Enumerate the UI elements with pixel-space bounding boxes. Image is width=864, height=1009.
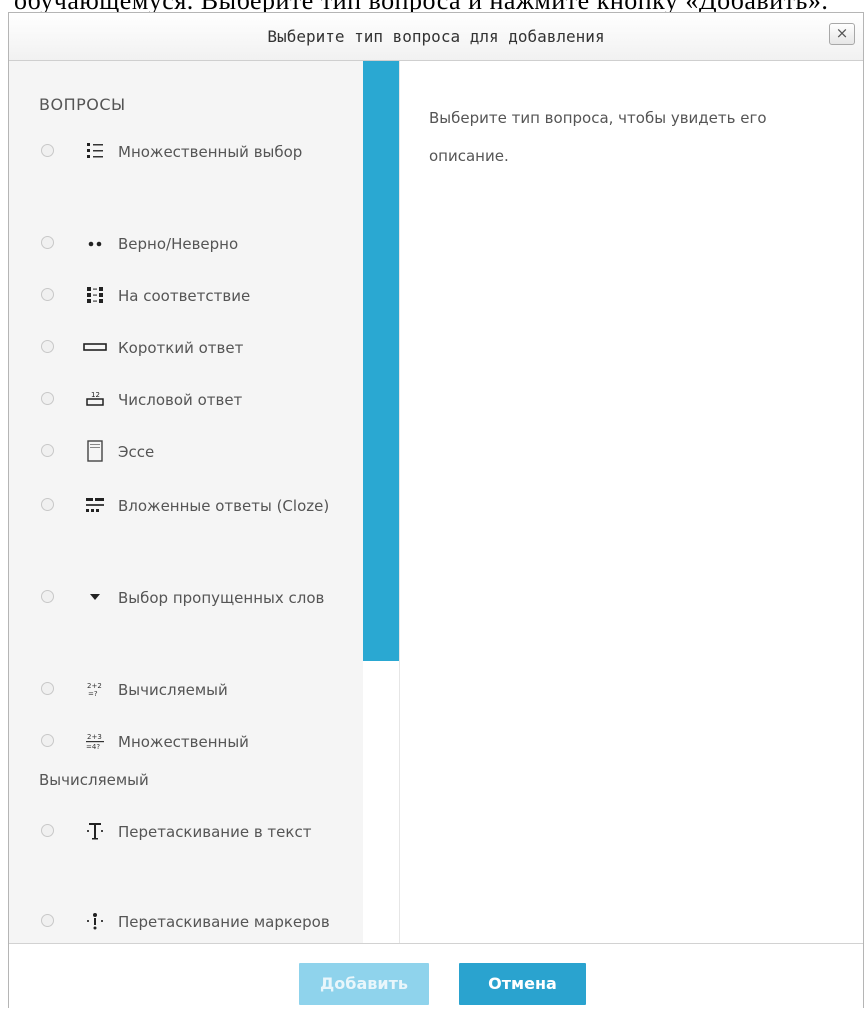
question-description: Выберите тип вопроса, чтобы увидеть его …	[429, 109, 767, 165]
option-numerical[interactable]: 12 Числовой ответ	[39, 381, 349, 419]
option-label: Короткий ответ	[118, 339, 244, 357]
match-icon	[82, 286, 108, 304]
option-calculated[interactable]: 2+2 =? Вычисляемый	[39, 671, 349, 709]
radio-button[interactable]	[41, 914, 54, 927]
option-essay[interactable]: Эссе	[39, 433, 349, 471]
option-label: Множественный Вычисляемый	[39, 733, 249, 789]
option-cloze[interactable]: Вложенные ответы (Cloze)	[39, 487, 349, 525]
radio-button[interactable]	[41, 340, 54, 353]
option-truefalse[interactable]: Верно/Неверно	[39, 225, 349, 263]
option-label: На соответствие	[118, 287, 251, 305]
radio-button[interactable]	[41, 144, 54, 157]
option-label: Эссе	[118, 443, 155, 461]
option-label: Верно/Неверно	[118, 235, 239, 253]
ddwtos-icon	[82, 821, 108, 841]
svg-text:2+3: 2+3	[87, 733, 102, 741]
question-options-panel[interactable]: ВОПРОСЫ Множественный выбор Верно/Неверн…	[9, 61, 363, 943]
option-match[interactable]: На соответствие	[39, 277, 349, 315]
dialog-title: Выберите тип вопроса для добавления	[267, 27, 605, 46]
option-shortanswer[interactable]: Короткий ответ	[39, 329, 349, 367]
numerical-icon: 12	[82, 390, 108, 408]
question-type-dialog: Выберите тип вопроса для добавления × ВО…	[8, 12, 864, 1009]
option-gapselect[interactable]: Выбор пропущенных слов	[39, 579, 349, 617]
multichoice-icon	[82, 142, 108, 160]
option-label: Перетаскивание маркеров	[118, 913, 330, 931]
option-label: Перетаскивание в текст	[118, 823, 312, 841]
option-multichoice[interactable]: Множественный выбор	[39, 133, 349, 171]
radio-button[interactable]	[41, 236, 54, 249]
close-icon: ×	[835, 24, 849, 42]
radio-button[interactable]	[41, 682, 54, 695]
section-heading: ВОПРОСЫ	[39, 95, 126, 114]
radio-button[interactable]	[41, 392, 54, 405]
cloze-icon	[82, 496, 108, 514]
dialog-footer: Добавить Отмена	[9, 943, 863, 1009]
radio-button[interactable]	[41, 498, 54, 511]
panel-divider	[399, 61, 400, 943]
radio-button[interactable]	[41, 444, 54, 457]
close-button[interactable]: ×	[829, 23, 855, 45]
radio-button[interactable]	[41, 734, 54, 747]
essay-icon	[82, 439, 108, 462]
calculatedmulti-icon: 2+3 =4?	[82, 731, 108, 751]
scrollbar-thumb[interactable]	[363, 61, 399, 661]
option-label: Выбор пропущенных слов	[118, 589, 325, 607]
radio-button[interactable]	[41, 824, 54, 837]
svg-text:=4?: =4?	[86, 743, 100, 751]
svg-text:=?: =?	[88, 690, 98, 698]
option-label: Вычисляемый	[118, 681, 228, 699]
truefalse-icon	[82, 234, 108, 252]
ddmarker-icon	[82, 911, 108, 931]
option-label: Числовой ответ	[118, 391, 243, 409]
radio-button[interactable]	[41, 288, 54, 301]
option-label: Множественный выбор	[118, 143, 303, 161]
gapselect-icon	[82, 589, 108, 605]
option-ddmarker[interactable]: Перетаскивание маркеров	[39, 903, 349, 941]
svg-text:2+2: 2+2	[87, 682, 102, 690]
dialog-titlebar: Выберите тип вопроса для добавления ×	[9, 13, 863, 61]
option-calculatedmulti[interactable]: 2+3 =4? Множественный Вычисляемый	[39, 723, 349, 799]
radio-button[interactable]	[41, 590, 54, 603]
option-ddwtos[interactable]: Перетаскивание в текст	[39, 813, 349, 851]
cancel-button[interactable]: Отмена	[459, 963, 586, 1005]
option-label: Вложенные ответы (Cloze)	[118, 497, 330, 515]
svg-text:12: 12	[91, 391, 100, 399]
dialog-body: ВОПРОСЫ Множественный выбор Верно/Неверн…	[9, 61, 863, 943]
calculated-icon: 2+2 =?	[82, 680, 108, 698]
shortanswer-icon	[82, 338, 108, 356]
add-button[interactable]: Добавить	[299, 963, 429, 1005]
